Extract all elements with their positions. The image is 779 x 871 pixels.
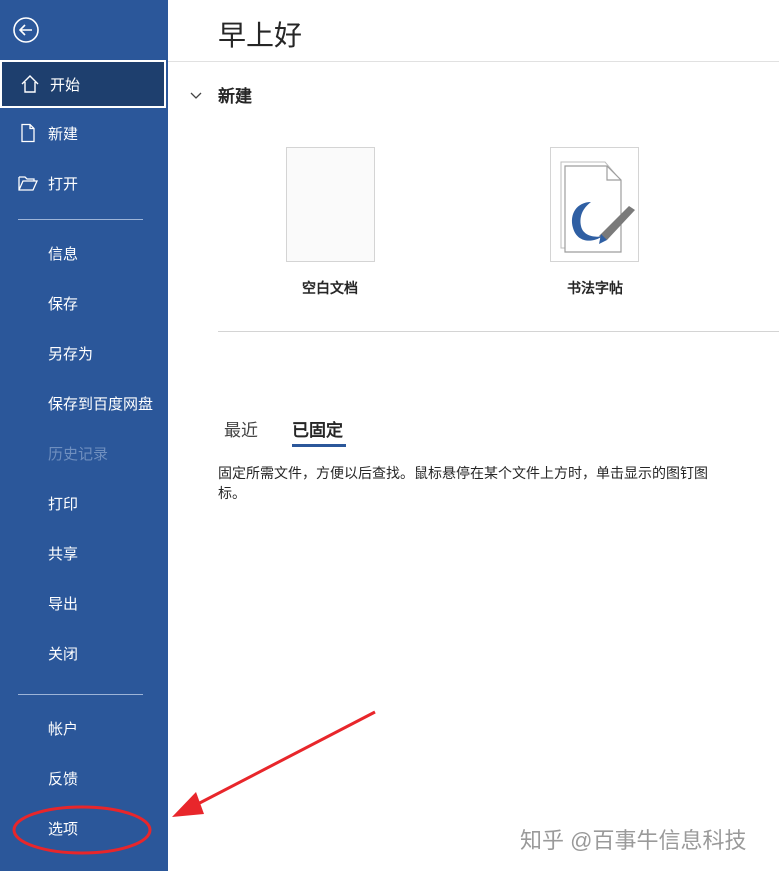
nav-item-label: 打开	[48, 175, 79, 193]
nav-item-export[interactable]: 导出	[0, 579, 168, 627]
nav-item-label: 保存到百度网盘	[48, 395, 154, 413]
nav-item-feedback[interactable]: 反馈	[0, 754, 168, 802]
nav-item-history: 历史记录	[0, 429, 168, 477]
nav-item-open[interactable]: 打开	[0, 159, 168, 207]
header-divider	[168, 61, 779, 62]
nav-item-label: 历史记录	[48, 445, 109, 463]
watermark: 知乎 @百事牛信息科技	[520, 828, 747, 853]
back-button[interactable]	[12, 16, 40, 44]
nav-item-label: 选项	[48, 820, 79, 838]
nav-item-account[interactable]: 帐户	[0, 704, 168, 752]
nav-item-save-to-baidu[interactable]: 保存到百度网盘	[0, 379, 168, 427]
nav-item-save[interactable]: 保存	[0, 279, 168, 327]
sidebar-divider	[18, 694, 143, 695]
new-section-title: 新建	[218, 87, 252, 106]
nav-item-label: 打印	[48, 495, 79, 513]
calligraphy-brush-icon	[560, 161, 635, 253]
tab-recent[interactable]: 最近	[224, 416, 258, 441]
new-section-toggle[interactable]: 新建	[188, 82, 252, 107]
backstage-sidebar: 开始 新建 打开 信息 保存 另存为 保存到百度网盘 历史记录 打印 共享 导出…	[0, 0, 168, 871]
greeting-title: 早上好	[218, 20, 303, 51]
tab-pinned[interactable]: 已固定	[292, 416, 343, 441]
template-label: 空白文档	[302, 280, 358, 296]
pointer-arrow	[189, 710, 376, 810]
nav-item-print[interactable]: 打印	[0, 479, 168, 527]
nav-item-share[interactable]: 共享	[0, 529, 168, 577]
nav-item-label: 开始	[50, 76, 81, 94]
open-folder-icon	[18, 172, 40, 194]
nav-item-label: 反馈	[48, 770, 79, 788]
nav-item-label: 帐户	[48, 720, 79, 738]
chevron-down-icon	[188, 87, 204, 103]
nav-item-label: 保存	[48, 295, 79, 313]
nav-item-new[interactable]: 新建	[0, 109, 168, 157]
template-label: 书法字帖	[567, 280, 623, 296]
nav-item-home[interactable]: 开始	[0, 60, 166, 108]
pinned-empty-message: 固定所需文件，方便以后查找。鼠标悬停在某个文件上方时，单击显示的图钉图标。	[218, 465, 708, 501]
nav-item-label: 新建	[48, 125, 79, 143]
nav-item-label: 关闭	[48, 645, 79, 663]
nav-item-close[interactable]: 关闭	[0, 629, 168, 677]
back-arrow-icon	[13, 17, 39, 43]
blank-document-template[interactable]	[286, 147, 375, 262]
nav-item-info[interactable]: 信息	[0, 229, 168, 277]
nav-item-options[interactable]: 选项	[0, 804, 168, 852]
nav-item-label: 信息	[48, 245, 79, 263]
calligraphy-template[interactable]	[550, 147, 639, 262]
new-document-icon	[18, 122, 40, 144]
nav-item-label: 另存为	[48, 345, 94, 363]
nav-item-label: 共享	[48, 545, 79, 563]
home-icon	[20, 73, 42, 95]
sidebar-divider	[18, 219, 143, 220]
nav-item-save-as[interactable]: 另存为	[0, 329, 168, 377]
pointer-arrow-head	[172, 792, 204, 817]
active-tab-indicator	[292, 444, 346, 447]
section-divider	[218, 331, 779, 332]
nav-item-label: 导出	[48, 595, 79, 613]
